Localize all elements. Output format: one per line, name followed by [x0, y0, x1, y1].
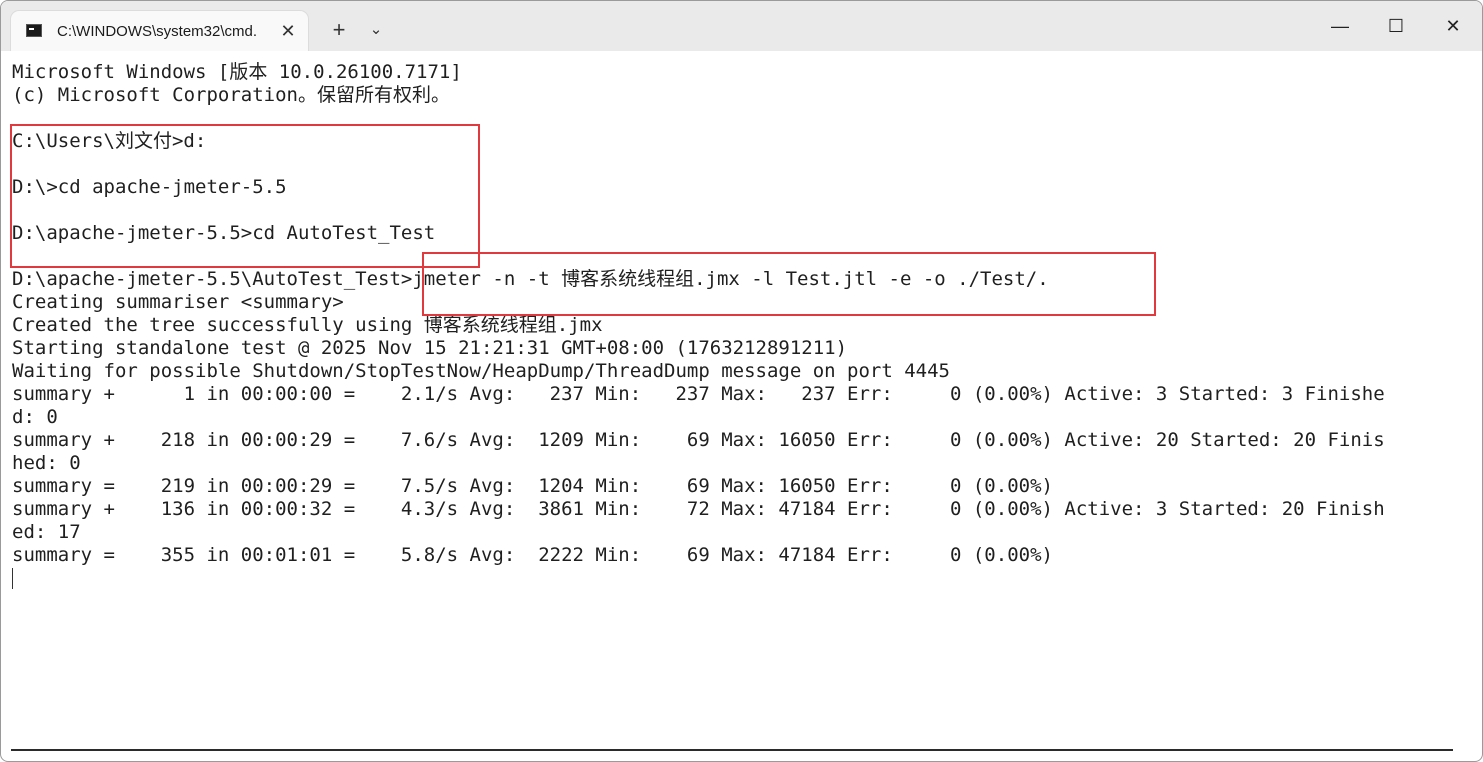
maximize-button[interactable]: ☐	[1367, 7, 1425, 45]
console-line: summary + 1 in 00:00:00 = 2.1/s Avg: 237…	[12, 383, 1385, 405]
console-line: summary = 355 in 00:01:01 = 5.8/s Avg: 2…	[12, 544, 1053, 566]
console-line: ed: 17	[12, 521, 81, 543]
close-button[interactable]: ✕	[1424, 7, 1482, 45]
close-tab-icon[interactable]: ✕	[277, 20, 299, 42]
bottom-border-line	[11, 749, 1453, 751]
text-cursor	[12, 568, 13, 589]
console-line: hed: 0	[12, 452, 81, 474]
minimize-button[interactable]: —	[1311, 7, 1369, 45]
console-line: summary + 136 in 00:00:32 = 4.3/s Avg: 3…	[12, 498, 1385, 520]
tab-title: C:\WINDOWS\system32\cmd.e	[57, 23, 257, 40]
console-line: (c) Microsoft Corporation。保留所有权利。	[12, 84, 450, 106]
console-line: Waiting for possible Shutdown/StopTestNo…	[12, 360, 950, 382]
console-line: Microsoft Windows [版本 10.0.26100.7171]	[12, 61, 462, 83]
chevron-down-icon[interactable]: ⌄	[361, 15, 391, 45]
terminal-window: C:\WINDOWS\system32\cmd.e ✕ + ⌄ — ☐ ✕ Mi…	[0, 0, 1483, 762]
console-line: Starting standalone test @ 2025 Nov 15 2…	[12, 337, 848, 359]
tab-cmd[interactable]: C:\WINDOWS\system32\cmd.e ✕	[11, 11, 308, 51]
cmd-icon	[26, 24, 42, 37]
highlight-box-jmeter-command	[422, 252, 1156, 316]
highlight-box-commands	[10, 124, 480, 268]
console-output[interactable]: Microsoft Windows [版本 10.0.26100.7171] (…	[1, 51, 1482, 751]
console-line: Created the tree successfully using 博客系统…	[12, 314, 603, 336]
title-bar: C:\WINDOWS\system32\cmd.e ✕ + ⌄ — ☐ ✕	[1, 1, 1482, 51]
console-line: summary = 219 in 00:00:29 = 7.5/s Avg: 1…	[12, 475, 1053, 497]
console-line: summary + 218 in 00:00:29 = 7.6/s Avg: 1…	[12, 429, 1385, 451]
new-tab-button[interactable]: +	[323, 15, 355, 45]
console-line: Creating summariser <summary>	[12, 291, 344, 313]
console-line: d: 0	[12, 406, 58, 428]
